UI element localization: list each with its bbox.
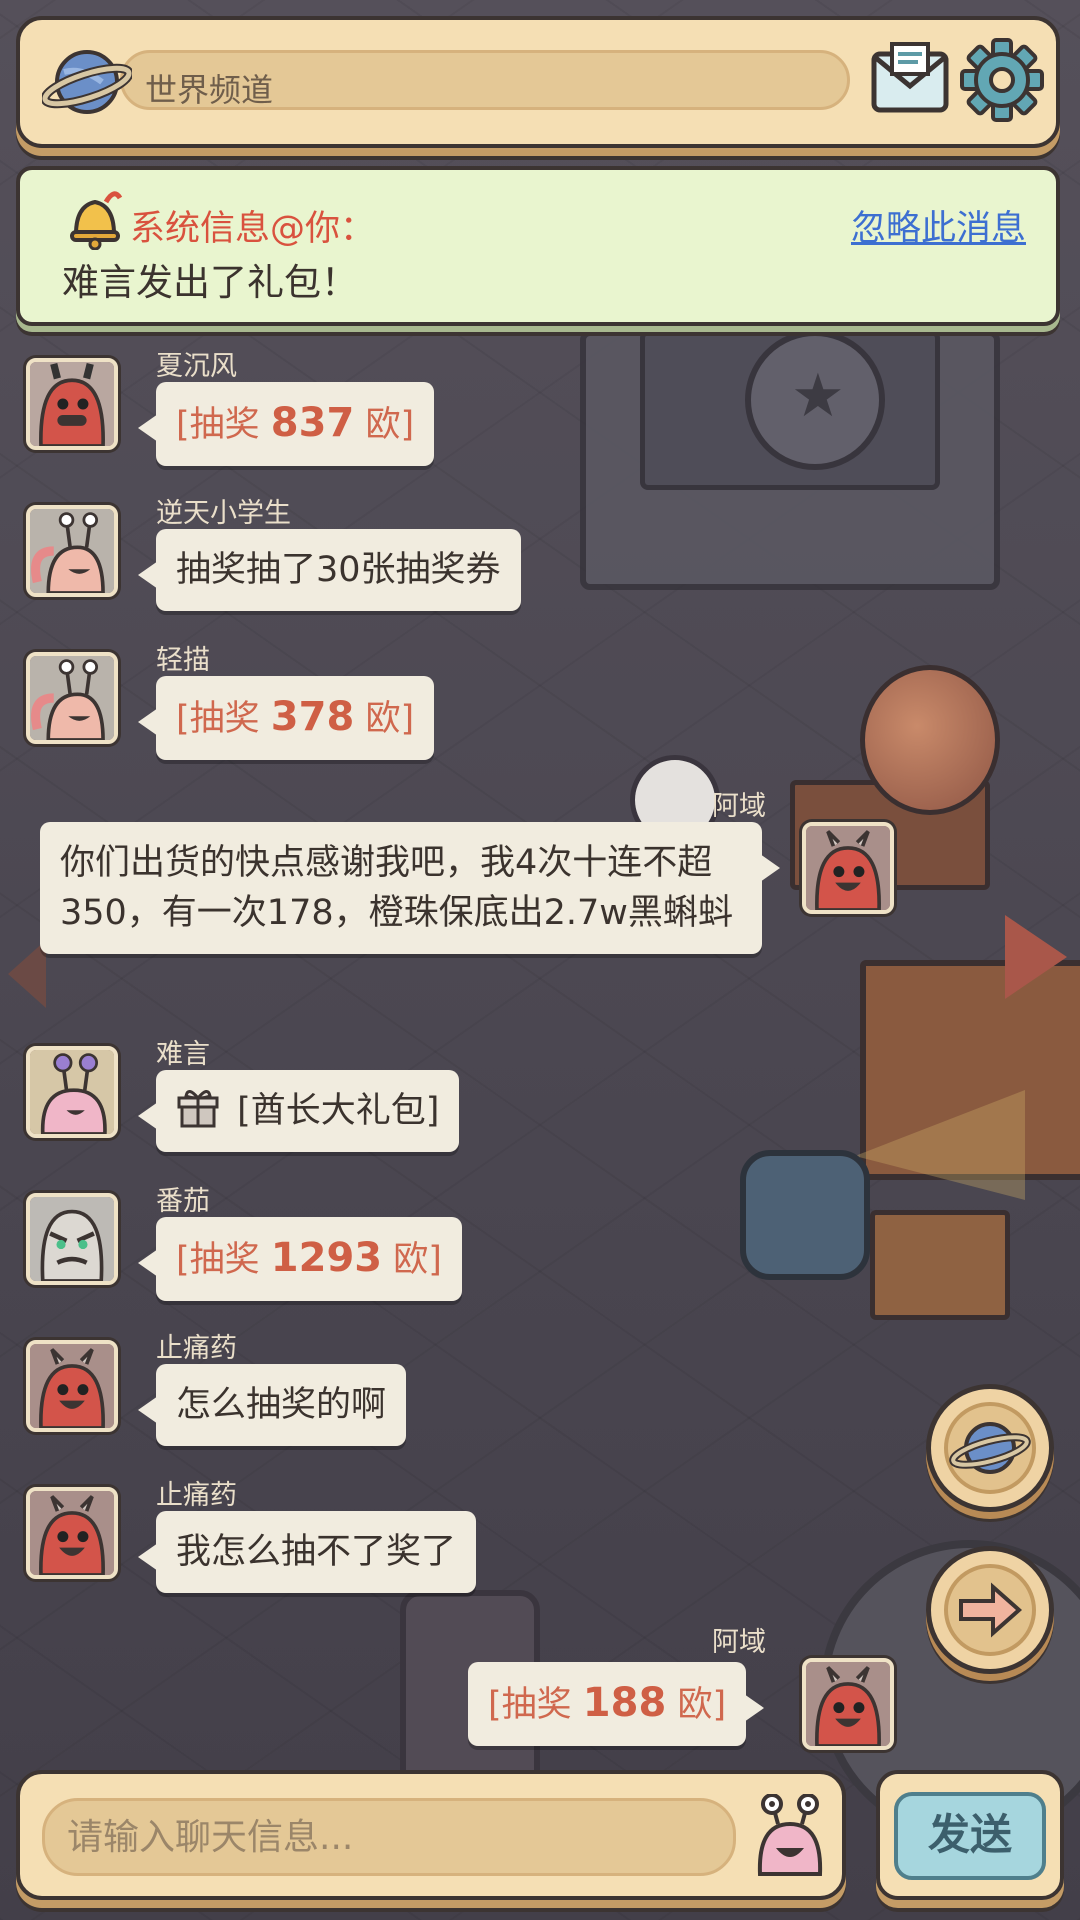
chat-input[interactable] xyxy=(42,1798,736,1876)
message-bubble[interactable]: 我怎么抽不了奖了 xyxy=(137,1511,477,1593)
gear-icon[interactable] xyxy=(958,36,1046,124)
ignore-message-link[interactable]: 忽略此消息 xyxy=(851,200,1026,251)
sender-name: 轻描 xyxy=(156,645,210,676)
lottery-number: 188 xyxy=(582,1680,667,1726)
send-button-frame: 发送 xyxy=(876,1770,1064,1900)
lottery-bubble[interactable]: [抽奖 1293 欧] xyxy=(138,1217,462,1301)
message-bubble[interactable]: 你们出货的快点感谢我吧，我4次十连不超350，有一次178，橙珠保底出2.7w黑… xyxy=(40,822,780,954)
sender-name: 阿域 xyxy=(712,1627,766,1658)
avatar[interactable] xyxy=(26,1193,118,1285)
sender-name: 止痛药 xyxy=(156,1480,237,1511)
planet-icon xyxy=(42,50,132,114)
avatar[interactable] xyxy=(26,505,118,597)
avatar[interactable] xyxy=(26,652,118,744)
planet-icon xyxy=(944,1402,1036,1494)
arrow-right-icon xyxy=(944,1564,1036,1656)
robot-decoration xyxy=(740,1150,870,1280)
chat-input-bar xyxy=(16,1770,846,1900)
avatar[interactable] xyxy=(802,822,894,914)
lottery-bubble[interactable]: [抽奖 378 欧] xyxy=(137,676,435,760)
world-channel-button[interactable] xyxy=(926,1384,1054,1512)
lottery-prefix: [抽奖 xyxy=(488,1685,572,1725)
gift-pack-label: [酋长大礼包] xyxy=(237,1091,440,1131)
lottery-bubble[interactable]: [抽奖 837 欧] xyxy=(137,382,435,466)
notice-body: 难言发出了礼包！ xyxy=(62,261,358,304)
lottery-number: 1293 xyxy=(270,1235,383,1281)
lottery-suffix: 欧] xyxy=(365,405,415,445)
channel-title: 世界频道 xyxy=(145,71,274,109)
notice-title: 系统信息@你： xyxy=(130,209,376,249)
avatar[interactable] xyxy=(26,358,118,450)
channel-selector[interactable]: 世界频道 xyxy=(120,50,850,110)
small-crate-decoration xyxy=(870,1210,1010,1320)
avatar[interactable] xyxy=(26,1487,118,1579)
avatar[interactable] xyxy=(26,1046,118,1138)
scene-left-arrow-icon[interactable] xyxy=(8,940,46,1008)
avatar[interactable] xyxy=(802,1658,894,1750)
star-disc-decoration xyxy=(745,330,885,470)
sender-name: 止痛药 xyxy=(156,1333,237,1364)
lottery-number: 837 xyxy=(270,400,355,446)
sender-name: 阿域 xyxy=(712,791,766,822)
channel-header: 世界频道 xyxy=(16,16,1060,148)
sender-name: 难言 xyxy=(156,1039,210,1070)
message-bubble[interactable]: 抽奖抽了30张抽奖券 xyxy=(138,529,521,611)
sender-name: 逆天小学生 xyxy=(156,498,291,529)
send-button[interactable]: 发送 xyxy=(894,1792,1046,1880)
lottery-prefix: [抽奖 xyxy=(176,1240,260,1280)
gift-bubble[interactable]: [酋长大礼包] xyxy=(137,1070,460,1152)
lottery-prefix: [抽奖 xyxy=(176,699,260,739)
snail-face-icon[interactable] xyxy=(750,1794,830,1880)
forward-button[interactable] xyxy=(926,1546,1054,1674)
lottery-suffix: 欧] xyxy=(393,1240,442,1280)
egg-decoration xyxy=(860,665,1000,815)
lottery-suffix: 欧] xyxy=(677,1685,727,1725)
avatar[interactable] xyxy=(26,1340,118,1432)
sender-name: 夏沉风 xyxy=(156,351,237,382)
gift-icon xyxy=(177,1090,219,1128)
scene-right-arrow-icon[interactable] xyxy=(1005,915,1067,999)
system-notice: 系统信息@你： 忽略此消息 难言发出了礼包！ xyxy=(16,166,1060,326)
lottery-suffix: 欧] xyxy=(365,699,415,739)
lottery-prefix: [抽奖 xyxy=(176,405,260,445)
message-bubble[interactable]: 怎么抽奖的啊 xyxy=(137,1364,407,1446)
sender-name: 番茄 xyxy=(156,1186,210,1217)
lottery-number: 378 xyxy=(270,694,355,740)
lottery-bubble[interactable]: [抽奖 188 欧] xyxy=(468,1662,765,1746)
bell-icon xyxy=(70,191,123,250)
mail-icon[interactable] xyxy=(868,38,952,122)
